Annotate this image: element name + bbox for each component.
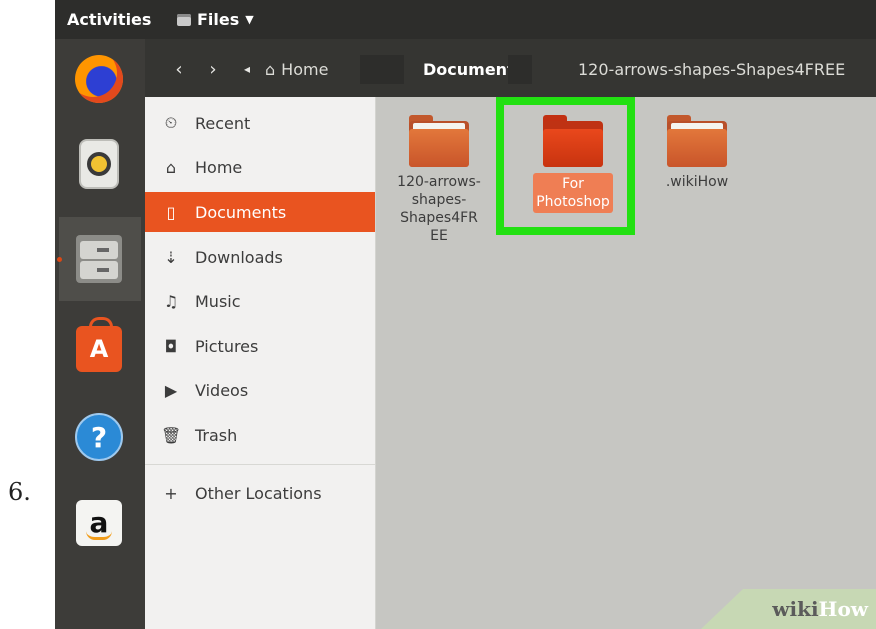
launcher-dock: A ? a xyxy=(55,39,145,629)
folder-label-line: Shapes4FR xyxy=(400,210,478,226)
file-cabinet-icon xyxy=(76,235,122,283)
folder-label: 120-arrows- shapes- Shapes4FR EE xyxy=(384,173,494,245)
document-icon: ▯ xyxy=(166,202,176,222)
dock-rhythmbox[interactable] xyxy=(69,134,129,194)
dock-firefox[interactable] xyxy=(69,49,129,109)
sidebar-item-trash[interactable]: 🗑 Trash xyxy=(145,415,375,455)
download-icon: ⇣ xyxy=(164,247,178,267)
crumb-home[interactable]: ⌂ Home xyxy=(265,56,328,82)
folder-icon xyxy=(667,115,727,167)
wikihow-watermark: wiki How xyxy=(701,589,876,629)
help-icon: ? xyxy=(75,413,123,461)
folder-label-line: .wikiHow xyxy=(665,174,729,190)
path-bar: ‹ › ◂ ⌂ Home Documents 120-arrows-shapes… xyxy=(145,39,876,97)
sidebar-item-label: Recent xyxy=(195,113,251,133)
dock-ubuntu-software[interactable]: A xyxy=(69,317,129,379)
crumb-separator xyxy=(508,55,532,84)
sidebar-item-recent[interactable]: ⏲ Recent xyxy=(145,103,375,143)
camera-icon: ◘ xyxy=(164,336,178,356)
folder-label-line: EE xyxy=(430,228,448,244)
crumb-subfolder[interactable]: 120-arrows-shapes-Shapes4FREE xyxy=(578,56,845,82)
dock-amazon[interactable]: a xyxy=(69,493,129,553)
files-app-menu[interactable]: Files ▼ xyxy=(177,10,254,29)
watermark-wiki: wiki xyxy=(772,597,819,621)
files-icon xyxy=(177,13,191,26)
sidebar-item-label: Documents xyxy=(195,202,287,222)
folder-label-line: shapes- xyxy=(411,192,467,208)
music-icon: ♫ xyxy=(163,291,179,311)
firefox-icon xyxy=(75,55,123,103)
home-icon: ⌂ xyxy=(165,157,177,177)
app-menu-label: Files xyxy=(197,10,240,29)
sidebar-item-label: Music xyxy=(195,291,241,311)
sidebar-item-label: Downloads xyxy=(195,247,283,267)
speaker-icon xyxy=(79,139,119,189)
folder-label-line: 120-arrows- xyxy=(397,174,481,190)
sidebar-item-label: Pictures xyxy=(195,336,259,356)
sidebar-divider xyxy=(145,464,375,465)
sidebar-item-pictures[interactable]: ◘ Pictures xyxy=(145,326,375,366)
back-button[interactable]: ‹ xyxy=(167,57,191,81)
sidebar-item-label: Home xyxy=(195,157,243,177)
crumb-separator xyxy=(360,55,404,84)
video-icon: ▶ xyxy=(164,380,178,400)
sidebar-item-other-locations[interactable]: + Other Locations xyxy=(145,473,375,513)
watermark-how: How xyxy=(818,597,868,621)
folder-wikihow[interactable]: .wikiHow xyxy=(642,115,752,191)
caret-down-icon: ▼ xyxy=(245,13,254,26)
home-icon: ⌂ xyxy=(265,59,276,79)
sidebar-item-label: Videos xyxy=(195,380,249,400)
plus-icon: + xyxy=(164,483,178,503)
sidebar-item-home[interactable]: ⌂ Home xyxy=(145,147,375,187)
places-sidebar: ⏲ Recent ⌂ Home ▯ Documents ⇣ Downloads … xyxy=(145,97,376,629)
folder-icon xyxy=(409,115,469,167)
step-number: 6. xyxy=(8,478,31,506)
sidebar-item-videos[interactable]: ▶ Videos xyxy=(145,370,375,410)
dock-help[interactable]: ? xyxy=(69,407,129,467)
forward-button[interactable]: › xyxy=(201,57,225,81)
path-scroll-left-button[interactable]: ◂ xyxy=(235,57,259,81)
sidebar-item-label: Other Locations xyxy=(195,483,322,503)
folder-120-arrows-shapes[interactable]: 120-arrows- shapes- Shapes4FR EE xyxy=(384,115,494,245)
folder-label: .wikiHow xyxy=(642,173,752,191)
sidebar-item-label: Trash xyxy=(195,425,238,445)
shopping-bag-icon: A xyxy=(76,317,122,372)
sidebar-item-documents[interactable]: ▯ Documents xyxy=(145,192,375,232)
activities-button[interactable]: Activities xyxy=(67,10,151,29)
top-bar: Activities Files ▼ xyxy=(55,0,876,39)
highlight-annotation-box xyxy=(496,97,635,235)
clock-icon: ⏲ xyxy=(164,113,178,132)
sidebar-item-downloads[interactable]: ⇣ Downloads xyxy=(145,237,375,277)
sidebar-item-music[interactable]: ♫ Music xyxy=(145,281,375,321)
crumb-home-label: Home xyxy=(281,59,329,79)
amazon-icon: a xyxy=(76,500,122,546)
dock-files[interactable] xyxy=(69,229,129,289)
running-indicator xyxy=(57,257,62,262)
trash-icon: 🗑 xyxy=(161,425,182,445)
ubuntu-desktop-screenshot: Activities Files ▼ A ? a ‹ › ◂ ⌂ Home Do… xyxy=(55,0,876,629)
